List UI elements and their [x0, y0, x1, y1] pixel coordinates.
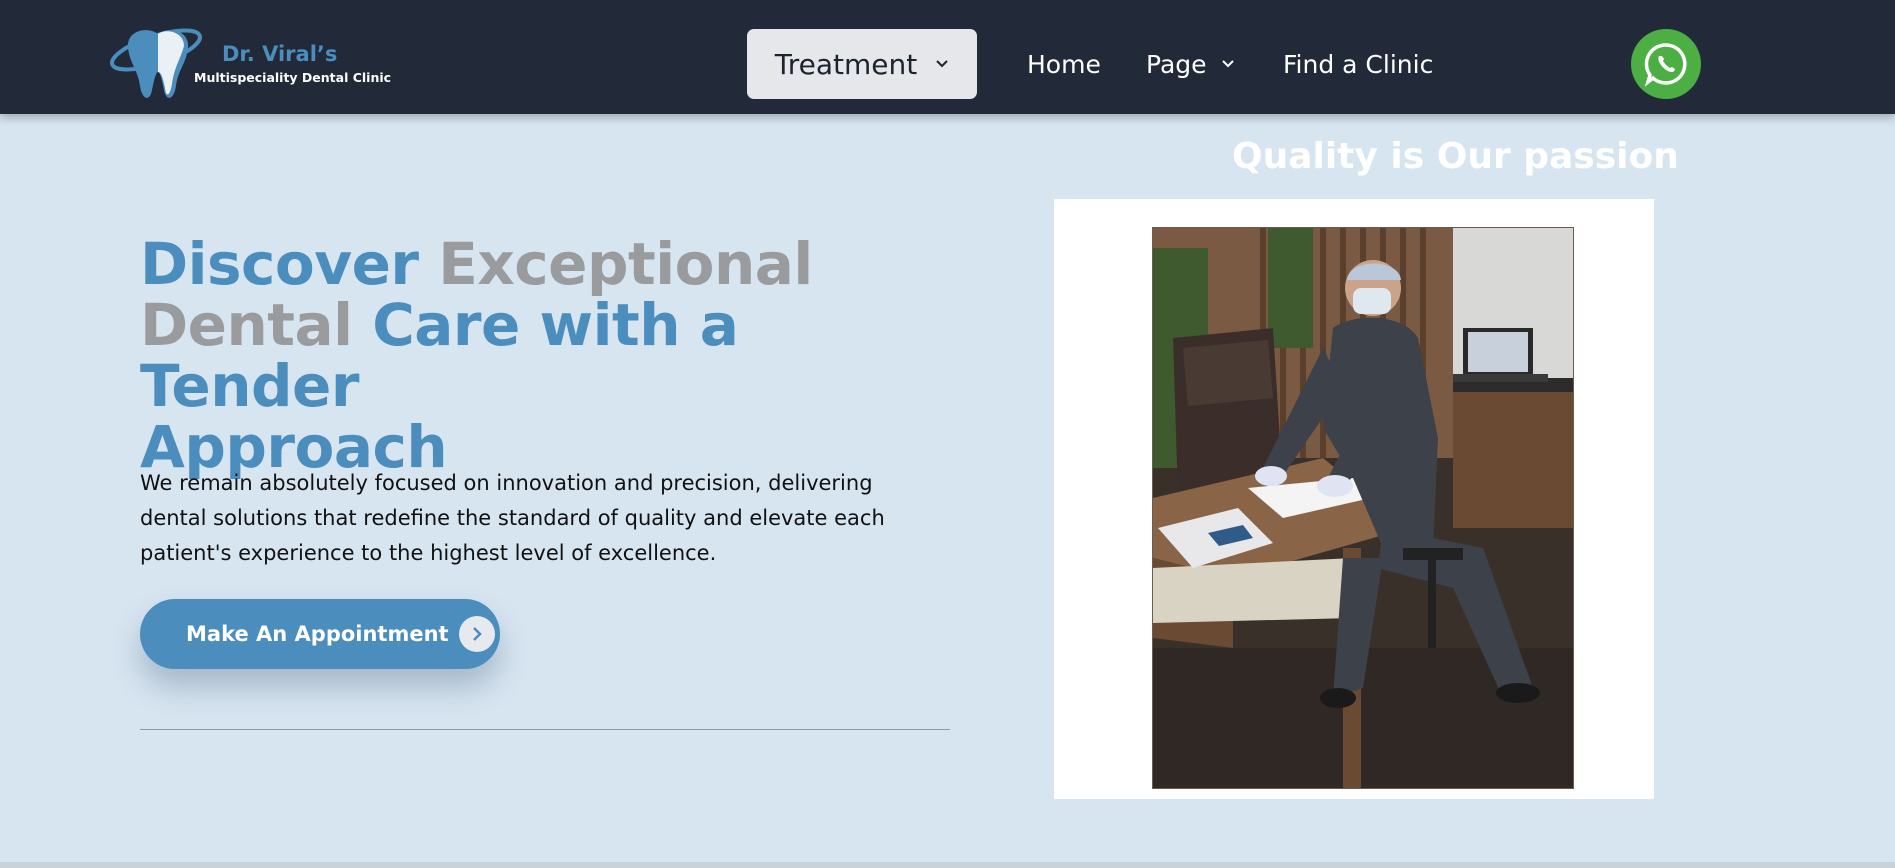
tagline: Quality is Our passion: [1232, 136, 1679, 177]
photo-frame: [1054, 199, 1654, 799]
nav-page-dropdown[interactable]: Page: [1146, 44, 1235, 84]
chevron-down-icon: [936, 60, 948, 68]
tooth-icon: [110, 28, 202, 98]
chevron-right-icon: [458, 616, 495, 652]
hero-divider: [140, 729, 950, 730]
nav-treatment-label: Treatment: [774, 47, 918, 81]
make-appointment-label: Make An Appointment: [186, 622, 449, 646]
hero-heading-part: Discover: [140, 230, 439, 298]
page-bottom-border: [0, 862, 1895, 868]
whatsapp-icon: [1644, 43, 1687, 87]
brand-name: Dr. Viral’s: [222, 42, 338, 66]
hero-description: We remain absolutely focused on innovati…: [140, 471, 885, 565]
nav-home[interactable]: Home: [1027, 44, 1101, 84]
nav-page-label: Page: [1146, 49, 1207, 79]
chevron-down-icon: [1221, 60, 1234, 68]
nav-find-clinic[interactable]: Find a Clinic: [1283, 44, 1433, 84]
hero-heading: Discover Exceptional Dental Care with a …: [140, 234, 940, 478]
site-header: Dr. Viral’s Multispeciality Dental Clini…: [0, 0, 1895, 114]
whatsapp-button[interactable]: [1631, 29, 1701, 99]
nav-find-clinic-label: Find a Clinic: [1283, 49, 1434, 79]
brand-logo[interactable]: Dr. Viral’s Multispeciality Dental Clini…: [108, 20, 391, 106]
hero-heading-part: Exceptional: [438, 230, 813, 298]
make-appointment-button[interactable]: Make An Appointment: [140, 599, 500, 669]
nav-home-label: Home: [1027, 49, 1101, 79]
dentist-photo: [1152, 227, 1574, 789]
brand-subtitle: Multispeciality Dental Clinic: [194, 70, 392, 85]
hero-heading-part: Dental: [140, 291, 373, 359]
nav-treatment-dropdown[interactable]: Treatment: [747, 29, 977, 99]
